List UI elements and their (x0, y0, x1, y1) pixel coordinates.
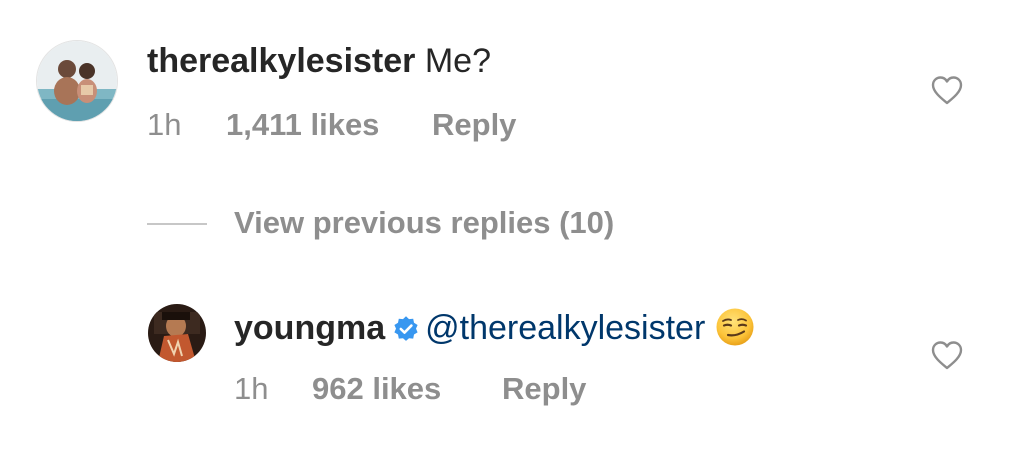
reply-time: 1h (234, 371, 269, 406)
profile-photo (148, 304, 206, 362)
comment-time: 1h (147, 107, 182, 142)
smirking-face-emoji-icon (716, 308, 754, 346)
like-heart-icon[interactable] (930, 75, 964, 105)
reply-reply-button[interactable]: Reply (502, 371, 586, 407)
comment-meta: 1h 1,411 likes Reply (147, 107, 567, 143)
comment-reply-button[interactable]: Reply (432, 107, 516, 143)
comment-body: Me? (424, 42, 491, 80)
comment-likes[interactable]: 1,411 likes (226, 107, 379, 143)
reply-likes[interactable]: 962 likes (312, 371, 441, 407)
view-previous-replies-button[interactable]: View previous replies (10) (234, 204, 614, 242)
avatar[interactable] (36, 40, 118, 122)
verified-badge-icon (394, 316, 418, 341)
like-heart-icon[interactable] (930, 340, 964, 370)
avatar[interactable] (148, 304, 206, 362)
reply-text-line: youngma @therealkylesister (234, 307, 755, 348)
comment-text-line: therealkylesister Me? (147, 41, 491, 81)
reply-meta: 1h 962 likes Reply (234, 371, 634, 407)
reply-mention-link[interactable]: @therealkylesister (425, 309, 705, 347)
profile-photo (37, 41, 117, 121)
thread-divider (147, 223, 207, 225)
reply-username[interactable]: youngma (234, 309, 385, 347)
comment-username[interactable]: therealkylesister (147, 42, 415, 80)
